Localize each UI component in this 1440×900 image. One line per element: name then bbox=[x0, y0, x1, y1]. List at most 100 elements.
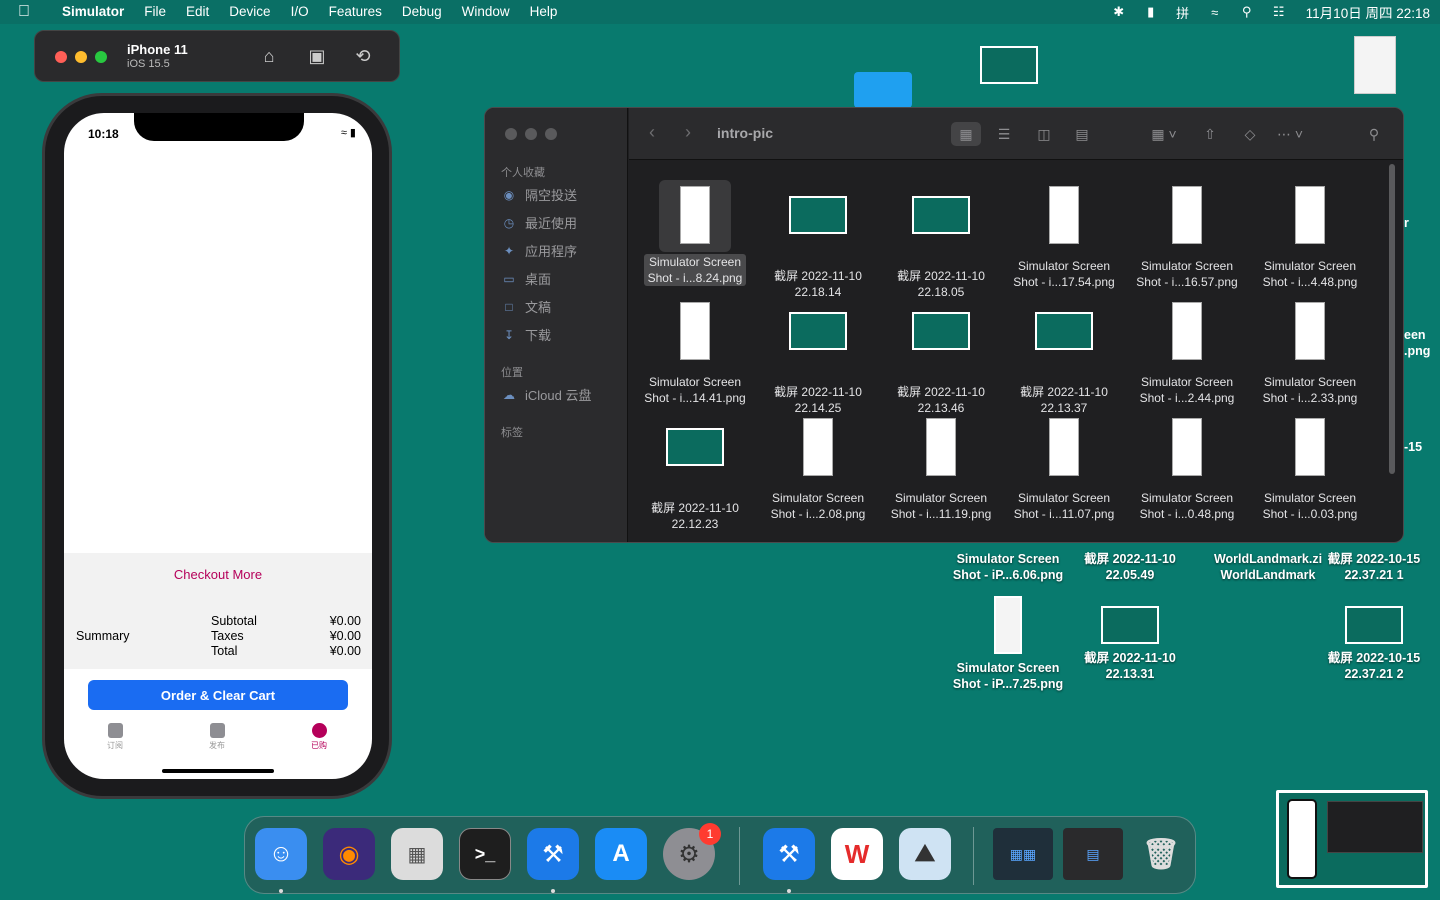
column-view-icon[interactable]: ◫ bbox=[1029, 122, 1059, 146]
finder-window: 个人收藏 ◉ 隔空投送 ◷ 最近使用 ✦ 应用程序 ▭ 桌面 □ 文稿 ↧ 下载 位置 ☁ i… bbox=[484, 107, 1404, 543]
desktop-file-icon[interactable]: 截屏 2022-10-15 22.37.21 2 bbox=[1309, 606, 1439, 682]
minimize-window-button[interactable] bbox=[75, 51, 87, 63]
sidebar-item-desktop[interactable]: ▭ 桌面 bbox=[501, 269, 551, 288]
zoom-window-button[interactable] bbox=[95, 51, 107, 63]
back-chevron-icon[interactable]: ‹ bbox=[649, 122, 655, 143]
wps-icon[interactable]: W bbox=[831, 828, 883, 880]
notch bbox=[134, 113, 304, 141]
menu-file[interactable]: File bbox=[134, 0, 176, 24]
finder-close-button[interactable] bbox=[505, 128, 517, 140]
menubar-clock[interactable]: 11月10日 周四 22:18 bbox=[1306, 2, 1430, 22]
desktop-folder-icon[interactable] bbox=[854, 72, 912, 108]
desktop-file-icon[interactable]: Simulator Screen Shot - iP...6.06.png bbox=[943, 551, 1073, 583]
desktop-file-icon[interactable]: Simulator Screen Shot - iP...7.25.png bbox=[943, 596, 1073, 692]
close-window-button[interactable] bbox=[55, 51, 67, 63]
menu-device[interactable]: Device bbox=[219, 0, 280, 24]
sidebar-item-documents[interactable]: □ 文稿 bbox=[501, 297, 551, 316]
file-item[interactable]: Simulator Screen Shot - i...8.24.png bbox=[635, 180, 755, 286]
desktop-file-icon[interactable]: 截屏 2022-11-10 22.05.49 bbox=[1065, 551, 1195, 583]
file-item[interactable]: Simulator Screen Shot - i...11.07.png bbox=[1004, 412, 1124, 522]
file-item[interactable]: Simulator Screen Shot - i...0.03.png bbox=[1250, 412, 1370, 522]
finder-minimize-button[interactable] bbox=[525, 128, 537, 140]
file-item[interactable]: Simulator Screen Shot - i...2.08.png bbox=[758, 412, 878, 522]
battery-icon[interactable]: ▮ bbox=[1142, 4, 1160, 20]
menu-window[interactable]: Window bbox=[452, 0, 520, 24]
sidebar-item-downloads[interactable]: ↧ 下载 bbox=[501, 325, 551, 344]
menu-edit[interactable]: Edit bbox=[176, 0, 219, 24]
file-item[interactable]: Simulator Screen Shot - i...17.54.png bbox=[1004, 180, 1124, 290]
file-item[interactable]: Simulator Screen Shot - i...14.41.png bbox=[635, 296, 755, 406]
file-item[interactable]: Simulator Screen Shot - i...11.19.png bbox=[881, 412, 1001, 522]
wifi-icon[interactable]: ≈ bbox=[1206, 5, 1224, 20]
forward-chevron-icon[interactable]: › bbox=[685, 122, 691, 143]
file-name-line2: Shot - i...4.48.png bbox=[1262, 275, 1358, 289]
bluetooth-icon[interactable]: ✱ bbox=[1110, 4, 1128, 20]
tab-subscribe[interactable]: 订阅 bbox=[95, 723, 135, 751]
trash-icon[interactable]: 🗑 bbox=[1135, 828, 1187, 880]
simulator-icon[interactable]: ⚒ bbox=[763, 828, 815, 880]
file-name-line1: Simulator Screen bbox=[771, 491, 865, 505]
sidebar-item-recents[interactable]: ◷ 最近使用 bbox=[501, 213, 577, 232]
checkout-more-link[interactable]: Checkout More bbox=[64, 567, 372, 582]
file-thumbnail bbox=[1172, 302, 1202, 360]
home-icon[interactable]: ⌂ bbox=[257, 45, 281, 67]
tab-purchased[interactable]: 已购 bbox=[299, 723, 339, 751]
order-clear-cart-button[interactable]: Order & Clear Cart bbox=[88, 680, 348, 710]
file-item[interactable]: 截屏 2022-11-10 22.14.25 bbox=[758, 296, 878, 416]
file-item[interactable]: Simulator Screen Shot - i...4.48.png bbox=[1250, 180, 1370, 290]
tab-publish[interactable]: 发布 bbox=[197, 723, 237, 751]
tag-icon[interactable]: ◇ bbox=[1235, 122, 1265, 146]
preview-phone bbox=[1287, 799, 1317, 879]
sidebar-item-airdrop[interactable]: ◉ 隔空投送 bbox=[501, 185, 577, 204]
finder-scrollbar[interactable] bbox=[1389, 164, 1395, 474]
menu-debug[interactable]: Debug bbox=[392, 0, 452, 24]
desktop-file-icon[interactable]: 截屏 2022-10-15 22.37.21 1 bbox=[1309, 551, 1439, 583]
screenshots-stack-icon[interactable]: ▤ bbox=[1063, 828, 1123, 880]
rotate-icon[interactable]: ⟲ bbox=[351, 45, 375, 67]
desktop-screenshot-thumb[interactable] bbox=[980, 46, 1038, 84]
menu-help[interactable]: Help bbox=[520, 0, 568, 24]
preview-icon[interactable]: ⛰ bbox=[899, 828, 951, 880]
file-item[interactable]: 截屏 2022-11-10 22.18.05 bbox=[881, 180, 1001, 300]
home-indicator[interactable] bbox=[162, 769, 274, 773]
apple-menu-icon[interactable]:  bbox=[18, 0, 38, 24]
app-store-icon[interactable]: A bbox=[595, 828, 647, 880]
xcode-icon[interactable]: ⚒ bbox=[527, 828, 579, 880]
desktop-partial-label-1: r bbox=[1404, 216, 1409, 230]
finder-zoom-button[interactable] bbox=[545, 128, 557, 140]
menu-app-name[interactable]: Simulator bbox=[52, 0, 134, 24]
file-item[interactable]: 截屏 2022-11-10 22.13.46 bbox=[881, 296, 1001, 416]
file-item[interactable]: 截屏 2022-11-10 22.13.37 bbox=[1004, 296, 1124, 416]
menu-features[interactable]: Features bbox=[319, 0, 392, 24]
screenshot-camera-icon[interactable]: ▣ bbox=[305, 45, 329, 67]
file-item[interactable]: 截屏 2022-11-10 22.18.14 bbox=[758, 180, 878, 300]
icon-view-icon[interactable]: ▦ bbox=[951, 122, 981, 146]
launchpad-icon[interactable]: ▦ bbox=[391, 828, 443, 880]
finder-icon[interactable]: ☺ bbox=[255, 828, 307, 880]
terminal-icon[interactable]: >_ bbox=[459, 828, 511, 880]
file-item[interactable]: Simulator Screen Shot - i...2.33.png bbox=[1250, 296, 1370, 406]
file-item[interactable]: Simulator Screen Shot - i...2.44.png bbox=[1127, 296, 1247, 406]
file-thumbnail-box bbox=[758, 196, 878, 268]
spotlight-search-icon[interactable]: ⚲ bbox=[1238, 4, 1256, 20]
more-actions-icon[interactable]: ⋯ ˅ bbox=[1269, 122, 1311, 146]
file-item[interactable]: Simulator Screen Shot - i...16.57.png bbox=[1127, 180, 1247, 290]
sidebar-item-applications[interactable]: ✦ 应用程序 bbox=[501, 241, 577, 260]
file-item[interactable]: Simulator Screen Shot - i...0.48.png bbox=[1127, 412, 1247, 522]
desktop-document-icon[interactable] bbox=[1354, 36, 1396, 94]
sidebar-item-label: iCloud 云盘 bbox=[525, 388, 592, 403]
firefox-icon[interactable]: ◉ bbox=[323, 828, 375, 880]
search-icon[interactable]: ⚲ bbox=[1359, 122, 1389, 146]
control-center-icon[interactable]: ☷ bbox=[1270, 4, 1288, 20]
group-by-icon[interactable]: ▦ ˅ bbox=[1143, 122, 1185, 146]
downloads-stack-icon[interactable]: ▦▦ bbox=[993, 828, 1053, 880]
input-method-icon[interactable]: 拼 bbox=[1174, 3, 1192, 22]
sidebar-item-icloud[interactable]: ☁ iCloud 云盘 bbox=[501, 385, 591, 404]
list-view-icon[interactable]: ☰ bbox=[989, 122, 1019, 146]
menu-io[interactable]: I/O bbox=[281, 0, 319, 24]
share-icon[interactable]: ⇧ bbox=[1195, 122, 1225, 146]
gallery-view-icon[interactable]: ▤ bbox=[1067, 122, 1097, 146]
screenshot-preview-thumbnail[interactable] bbox=[1276, 790, 1428, 888]
file-item[interactable]: 截屏 2022-11-10 22.12.23 bbox=[635, 412, 755, 532]
desktop-file-icon[interactable]: 截屏 2022-11-10 22.13.31 bbox=[1065, 606, 1195, 682]
